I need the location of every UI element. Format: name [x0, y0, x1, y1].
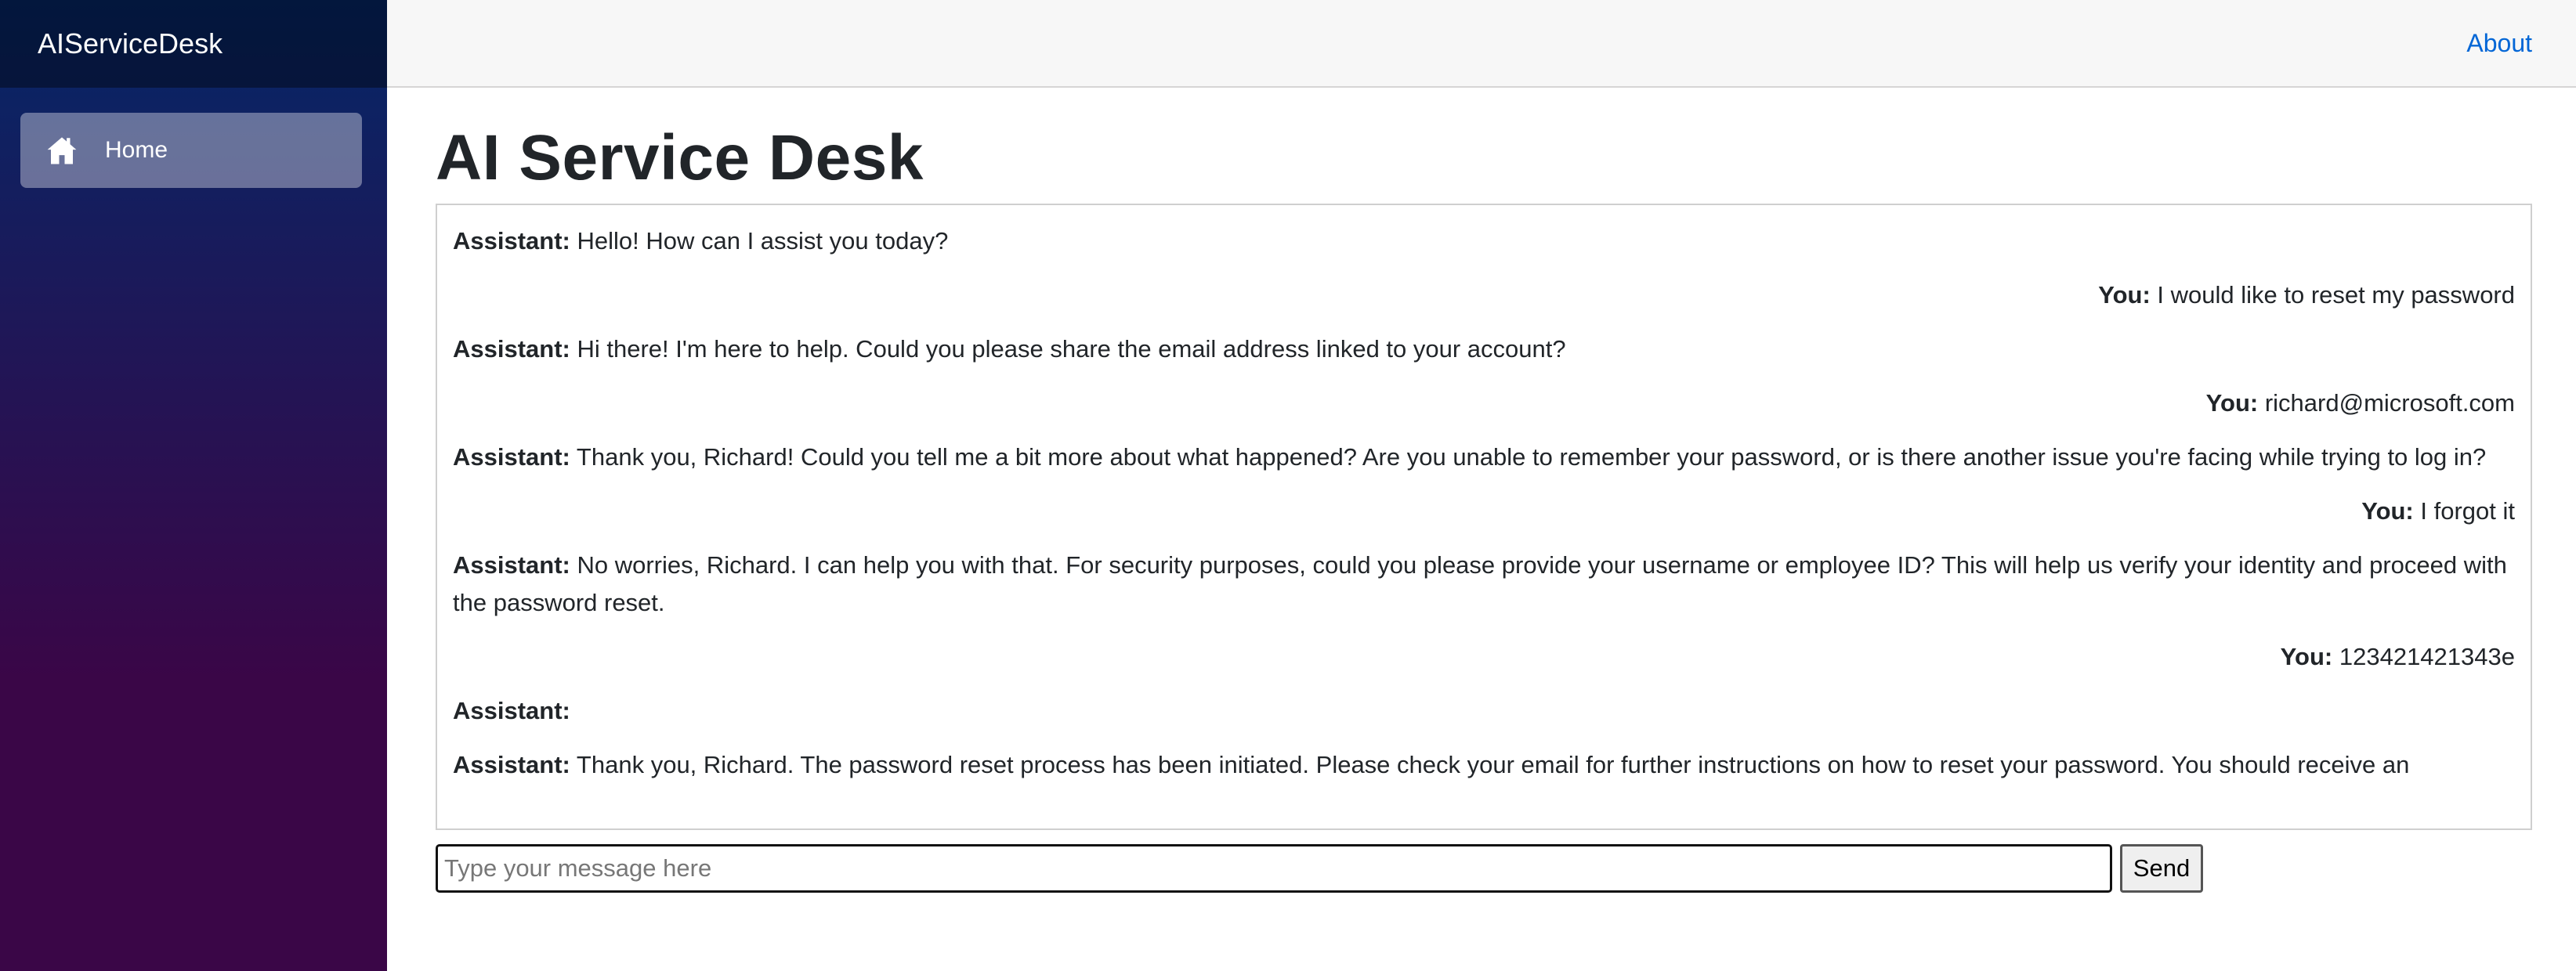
chat-message-assistant: Assistant: Hello! How can I assist you t…: [453, 222, 2515, 260]
message-sender: Assistant:: [453, 751, 570, 778]
chat-message-assistant: Assistant: No worries, Richard. I can he…: [453, 547, 2515, 622]
message-sender: You:: [2361, 497, 2414, 525]
message-sender: You:: [2280, 643, 2333, 670]
main-content: AI Service Desk Assistant: Hello! How ca…: [387, 88, 2576, 971]
chat-message-assistant: Assistant: Thank you, Richard. The passw…: [453, 746, 2515, 784]
chat-message-assistant: Assistant: Hi there! I'm here to help. C…: [453, 330, 2515, 368]
message-text: Hello! How can I assist you today?: [570, 227, 949, 254]
send-button[interactable]: Send: [2120, 844, 2203, 893]
brand-name[interactable]: AIServiceDesk: [38, 27, 223, 60]
chat-history[interactable]: Assistant: Hello! How can I assist you t…: [436, 204, 2532, 830]
sidebar-nav: Home: [0, 88, 387, 188]
message-sender: Assistant:: [453, 335, 570, 363]
message-sender: Assistant:: [453, 551, 570, 579]
chat-message-assistant: Assistant: Thank you, Richard! Could you…: [453, 439, 2515, 476]
composer: Send: [436, 844, 2532, 893]
sidebar-item-label: Home: [105, 137, 168, 163]
message-sender: Assistant:: [453, 443, 570, 471]
message-input[interactable]: [436, 844, 2112, 893]
message-text: Thank you, Richard! Could you tell me a …: [570, 443, 2487, 471]
message-text: No worries, Richard. I can help you with…: [453, 551, 2507, 616]
chat-message-user: You: richard@microsoft.com: [453, 384, 2515, 422]
about-link[interactable]: About: [2466, 29, 2532, 58]
message-text: I forgot it: [2413, 497, 2515, 525]
brand-bar: AIServiceDesk: [0, 0, 387, 88]
chat-message-assistant: Assistant:: [453, 692, 2515, 730]
message-text: Hi there! I'm here to help. Could you pl…: [570, 335, 1566, 363]
page-title: AI Service Desk: [436, 122, 924, 193]
message-text: I would like to reset my password: [2150, 281, 2515, 309]
message-text: richard@microsoft.com: [2258, 389, 2515, 417]
home-icon: [47, 137, 77, 164]
chat-message-user: You: I forgot it: [453, 493, 2515, 530]
message-sender: Assistant:: [453, 227, 570, 254]
message-text: 123421421343e: [2332, 643, 2515, 670]
chat-message-user: You: 123421421343e: [453, 638, 2515, 676]
message-sender: You:: [2098, 281, 2151, 309]
chat-message-user: You: I would like to reset my password: [453, 276, 2515, 314]
sidebar: AIServiceDesk Home: [0, 0, 387, 971]
app-window: AIServiceDesk Home About AI Service Desk…: [0, 0, 2576, 971]
sidebar-item-home[interactable]: Home: [20, 113, 362, 188]
message-sender: Assistant:: [453, 697, 570, 724]
message-sender: You:: [2205, 389, 2259, 417]
message-text: Thank you, Richard. The password reset p…: [570, 751, 2410, 778]
top-row: About: [387, 0, 2576, 88]
